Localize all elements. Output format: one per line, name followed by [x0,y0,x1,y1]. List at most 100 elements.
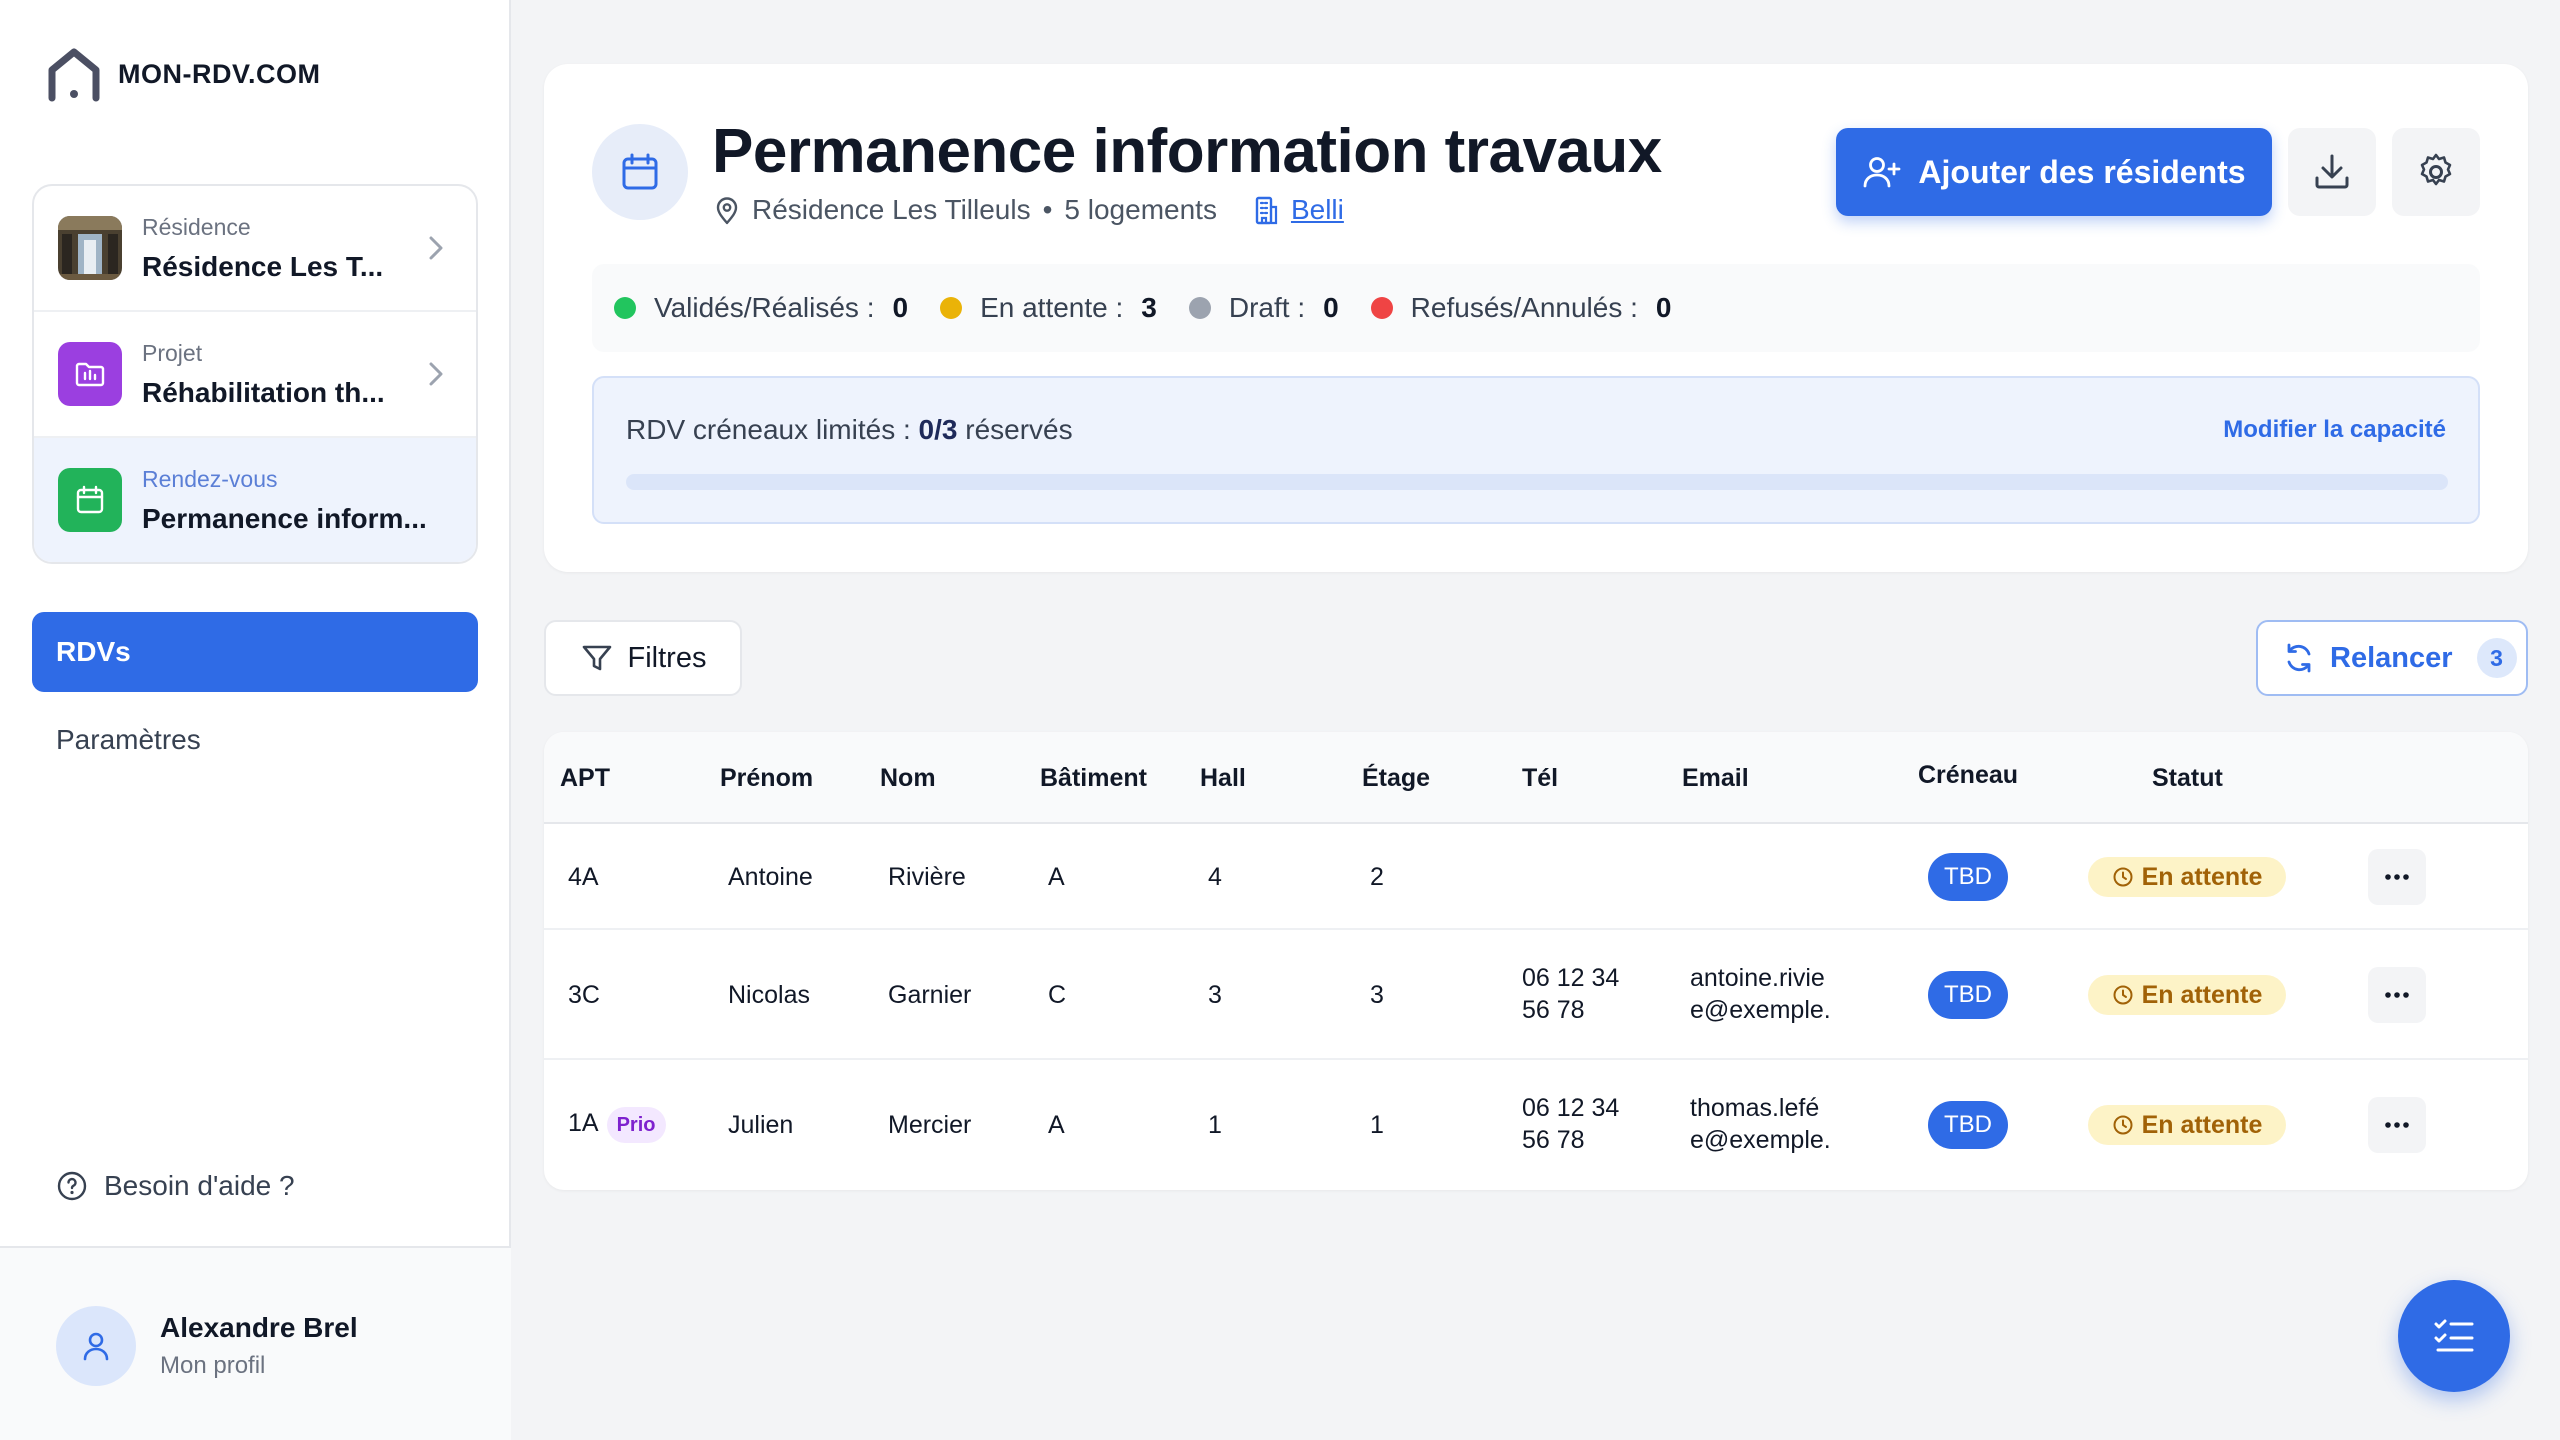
context-appointment[interactable]: Rendez-vous Permanence inform... [34,438,476,562]
column-header-prenom[interactable]: Prénom [720,764,813,793]
checklist-icon [2430,1312,2478,1360]
row-actions-button[interactable] [2368,1097,2426,1153]
cell-batiment: C [1048,981,1067,1009]
stat-value: 0 [1323,292,1339,323]
slot-badge[interactable]: TBD [1928,971,2008,1019]
column-header-email[interactable]: Email [1682,764,1749,793]
sidebar: MON-RDV.COM Résidence Résidence Les T... [0,0,511,1440]
profile-section[interactable]: Alexandre Brel Mon profil [0,1246,511,1440]
more-horizontal-icon [2385,874,2409,880]
context-residence-value: Résidence Les T... [142,250,384,282]
residence-thumbnail [58,216,122,280]
status-dot [1370,297,1393,319]
status-badge: En attente [2088,975,2286,1015]
status-dot [614,297,636,319]
email-line: antoine.rivie [1690,964,1825,992]
appointment-header-card: Permanence information travaux Résidence… [544,64,2528,572]
stat-value: 0 [892,292,909,323]
cell-prenom: Julien [728,1111,794,1139]
header-separator: • [1042,194,1053,225]
cell-tel: 06 12 34 56 78 [1522,962,1672,1026]
map-pin-icon [712,194,742,226]
column-header-etage[interactable]: Étage [1362,764,1430,793]
refresh-icon [2282,641,2316,675]
clock-icon [2113,867,2133,887]
building-link[interactable]: Belli [1291,194,1344,226]
house-icon [44,44,104,104]
cell-nom: Mercier [888,1111,972,1139]
column-header-creneau[interactable]: Créneau [1918,761,2018,790]
cell-etage: 1 [1370,1111,1384,1139]
filters-button[interactable]: Filtres [544,620,742,696]
download-icon [2310,150,2354,194]
help-circle-icon [56,1170,88,1202]
column-header-statut[interactable]: Statut [2152,764,2223,793]
slot-badge[interactable]: TBD [1928,1101,2008,1149]
cell-hall: 1 [1208,1111,1222,1139]
context-residence[interactable]: Résidence Résidence Les T... [34,186,476,312]
add-residents-button[interactable]: Ajouter des résidents [1836,128,2272,216]
table-row[interactable]: 4A Antoine Rivière A 4 2 TBD En attente [544,824,2528,930]
relancer-button[interactable]: Relancer 3 [2256,620,2528,696]
stat-validated: Validés/Réalisés : 0 [614,292,908,324]
email-line: e@exemple. [1690,996,1831,1024]
header-subtitle: Résidence Les Tilleuls • 5 logements Bel… [712,194,1344,226]
calendar-icon [592,124,688,220]
cell-apt: 1A Prio [568,1107,666,1143]
checklist-fab-button[interactable] [2398,1280,2510,1392]
download-button[interactable] [2288,128,2376,216]
slot-badge[interactable]: TBD [1928,853,2008,901]
cell-email: thomas.lefé e@exemple. [1690,1092,1840,1156]
nav-item-rdvs[interactable]: RDVs [32,612,478,692]
stat-label: En attente : [980,292,1124,323]
cell-hall: 3 [1208,981,1222,1009]
column-header-hall[interactable]: Hall [1200,764,1246,793]
cell-apt: 3C [568,981,600,1009]
cell-etage: 2 [1370,863,1384,891]
filters-label: Filtres [627,641,707,674]
row-actions-button[interactable] [2368,849,2426,905]
status-summary: Validés/Réalisés : 0 En attente : 3 Draf… [592,264,2480,352]
header-residence: Résidence Les Tilleuls [752,194,1031,225]
cell-hall: 4 [1208,863,1222,891]
column-header-nom[interactable]: Nom [880,764,936,793]
status-label: En attente [2141,862,2263,891]
context-project-label: Projet [142,339,203,366]
chevron-right-icon [426,360,446,388]
help-label: Besoin d'aide ? [104,1170,295,1201]
nav-item-parametres[interactable]: Paramètres [32,700,478,780]
status-label: En attente [2141,980,2263,1009]
context-project-value: Réhabilitation th... [142,376,385,408]
row-actions-button[interactable] [2368,967,2426,1023]
column-header-tel[interactable]: Tél [1522,764,1558,793]
stat-draft: Draft : 0 [1188,292,1339,324]
cell-batiment: A [1048,863,1065,891]
cell-nom: Rivière [888,863,966,891]
help-link[interactable]: Besoin d'aide ? [56,1170,295,1202]
column-header-apt[interactable]: APT [560,764,610,793]
cell-tel: 06 12 34 56 78 [1522,1092,1672,1156]
clock-icon [2113,985,2133,1005]
context-appointment-value: Permanence inform... [142,502,427,534]
context-project[interactable]: Projet Réhabilitation th... [34,312,476,438]
brand-logo[interactable]: MON-RDV.COM [44,44,321,104]
building-icon [1251,194,1281,226]
edit-capacity-link[interactable]: Modifier la capacité [2223,416,2446,444]
capacity-progress-bar [626,474,2448,490]
tel-line: 06 12 34 [1522,1094,1620,1122]
cell-apt: 4A [568,863,599,891]
cell-etage: 3 [1370,981,1384,1009]
table-row[interactable]: 1A Prio Julien Mercier A 1 1 06 12 34 56 … [544,1060,2528,1190]
priority-badge: Prio [606,1107,666,1143]
add-residents-label: Ajouter des résidents [1918,153,2246,190]
table-header: APT Prénom Nom Bâtiment Hall Étage Tél E… [544,732,2528,824]
cell-batiment: A [1048,1111,1065,1139]
settings-button[interactable] [2392,128,2480,216]
context-residence-label: Résidence [142,213,251,240]
table-row[interactable]: 3C Nicolas Garnier C 3 3 06 12 34 56 78 … [544,930,2528,1060]
profile-link[interactable]: Mon profil [160,1352,265,1380]
stat-value: 3 [1141,292,1157,323]
context-card: Résidence Résidence Les T... Projet Réha… [32,184,478,564]
column-header-batiment[interactable]: Bâtiment [1040,764,1147,793]
user-plus-icon [1862,152,1902,192]
